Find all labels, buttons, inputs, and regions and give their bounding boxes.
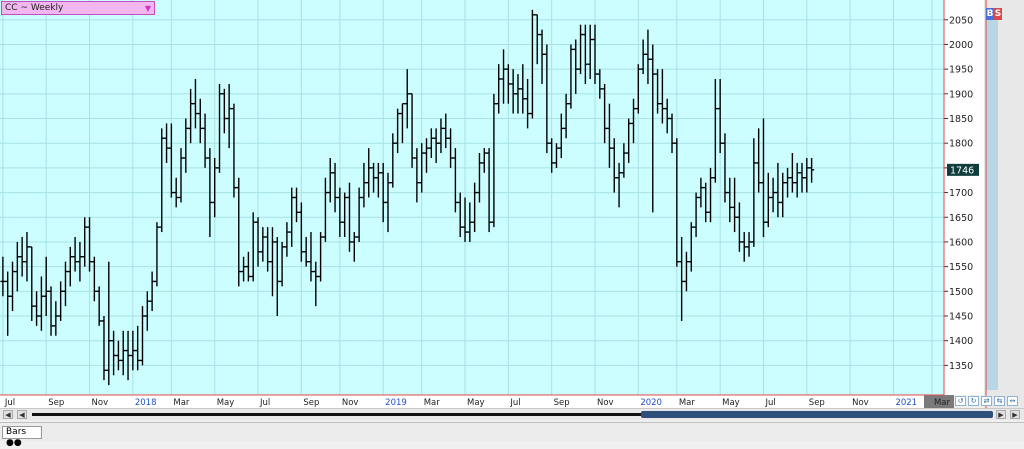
x-tick-label: Mar xyxy=(424,398,441,408)
x-tick-label: Jul xyxy=(509,398,520,408)
x-tick-label: Jul xyxy=(259,398,270,408)
expand-icon[interactable]: ↔ xyxy=(1007,396,1018,406)
x-tick-label: May xyxy=(467,398,485,408)
x-tick-label: 2021 xyxy=(895,398,917,408)
scroll-end-icon[interactable]: ▶ xyxy=(1010,410,1020,419)
status-bar: Bars ●● xyxy=(0,422,1024,448)
y-tick-label: 1700 xyxy=(949,188,973,199)
y-tick-label: 1800 xyxy=(949,139,973,150)
zoom-reset-icon[interactable]: ↻ xyxy=(968,396,979,406)
x-tick-label: Nov xyxy=(92,398,109,408)
buy-button[interactable]: B xyxy=(986,8,994,20)
plot-background xyxy=(0,0,944,395)
x-tick-label: 2020 xyxy=(640,398,662,408)
x-tick-label: Jul xyxy=(764,398,775,408)
scroll-start-icon[interactable]: ◀ xyxy=(3,410,13,419)
right-panel-strip xyxy=(986,20,998,390)
scroll-left-icon[interactable]: ◀ xyxy=(17,410,27,419)
compress-icon[interactable]: ⇄ xyxy=(981,396,992,406)
y-tick-label: 2050 xyxy=(949,15,973,26)
x-tick-label: Nov xyxy=(342,398,359,408)
symbol-label: CC ~ Weekly xyxy=(5,3,64,13)
ohlc-chart: 1350140014501500155016001650170017501800… xyxy=(0,0,1024,408)
bars-tab-label: Bars xyxy=(6,427,27,437)
chart-area: 1350140014501500155016001650170017501800… xyxy=(0,0,1024,448)
x-tick-label: Sep xyxy=(48,398,64,408)
x-tick-label: Mar xyxy=(173,398,190,408)
y-tick-label: 1400 xyxy=(949,336,973,347)
zoom-in-icon[interactable]: ↺ xyxy=(955,396,966,406)
x-tick-label: Mar xyxy=(679,398,696,408)
x-tick-label: 2019 xyxy=(385,398,407,408)
x-tick-label: Nov xyxy=(597,398,614,408)
scroll-thumb[interactable] xyxy=(641,411,993,418)
x-tick-label: Sep xyxy=(809,398,825,408)
symbol-selector[interactable]: CC ~ Weekly ▼ xyxy=(1,1,155,15)
sell-button[interactable]: S xyxy=(994,8,1002,20)
x-tick-label: May xyxy=(722,398,740,408)
glasses-icon: ●● xyxy=(6,438,22,448)
x-tick-label: Nov xyxy=(852,398,869,408)
y-tick-label: 1450 xyxy=(949,312,973,323)
x-tick-label: Sep xyxy=(554,398,570,408)
fit-icon[interactable]: ⇆ xyxy=(994,396,1005,406)
y-tick-label: 1950 xyxy=(949,65,973,76)
x-tick-label: 2018 xyxy=(135,398,157,408)
last-price-label: 1746 xyxy=(950,165,974,176)
y-tick-label: 1500 xyxy=(949,287,973,298)
x-tick-label: May xyxy=(217,398,235,408)
x-tick-label: Jul xyxy=(4,398,15,408)
horizontal-scrollbar[interactable]: ◀ ◀ ▶ ▶ xyxy=(0,408,1024,420)
y-tick-label: 1350 xyxy=(949,361,973,372)
x-tick-label: Sep xyxy=(303,398,319,408)
y-tick-label: 1900 xyxy=(949,89,973,100)
y-tick-label: 1650 xyxy=(949,213,973,224)
scroll-track[interactable] xyxy=(32,413,642,416)
y-tick-label: 2000 xyxy=(949,40,973,51)
y-tick-label: 1600 xyxy=(949,237,973,248)
y-tick-label: 1850 xyxy=(949,114,973,125)
y-tick-label: 1550 xyxy=(949,262,973,273)
bars-tab[interactable]: Bars ●● xyxy=(2,426,42,448)
triangle-down-icon[interactable]: ▼ xyxy=(145,3,151,15)
x-tick-label: Mar xyxy=(934,398,951,408)
scroll-right-icon[interactable]: ▶ xyxy=(996,410,1006,419)
